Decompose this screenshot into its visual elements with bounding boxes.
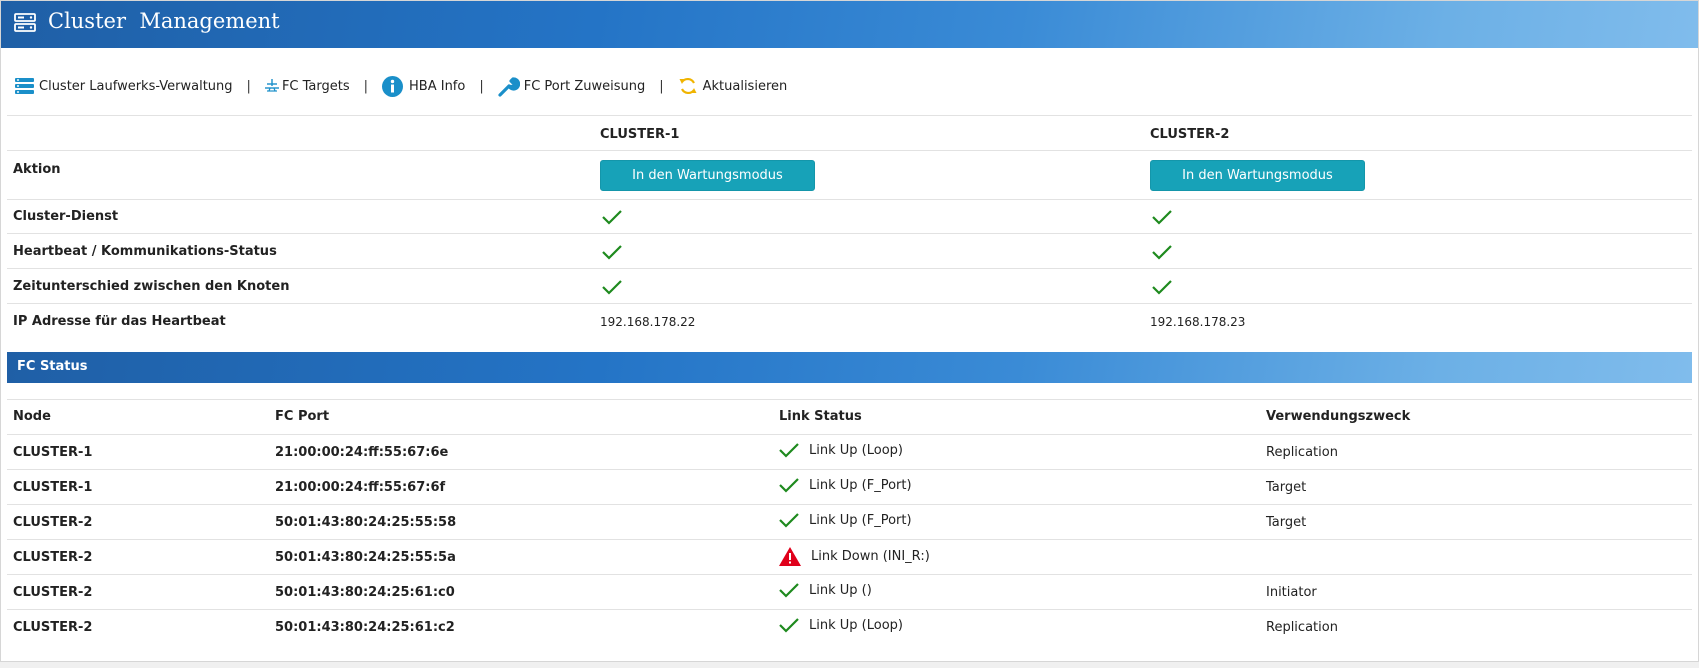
check-icon [1152,210,1172,225]
fc-row-link-status: Link Up (Loop) [779,617,903,633]
fc-row-node: CLUSTER-1 [13,480,93,495]
toolbar-label: Cluster Laufwerks-Verwaltung [39,78,233,94]
page-title: Cluster Management [48,9,280,33]
toolbar-hba-info[interactable]: HBA Info [382,75,466,97]
divider [7,115,1692,116]
divider [7,609,1692,610]
maintenance-mode-button-cluster-2[interactable]: In den Wartungsmodus wechseln [1150,160,1365,212]
heartbeat-ip-cluster-2: 192.168.178.23 [1150,315,1246,329]
refresh-icon [679,77,697,95]
page: Cluster Management Cluster Laufwerks-Ver… [0,0,1699,668]
link-status-text: Link Up (F_Port) [809,477,912,493]
fc-row-usage: Target [1266,480,1307,495]
divider [7,504,1692,505]
column-header-cluster-2: CLUSTER-2 [1150,127,1230,142]
fc-row-port: 21:00:00:24:ff:55:67:6e [275,445,449,460]
fc-row-port: 21:00:00:24:ff:55:67:6f [275,480,446,495]
fc-row-node: CLUSTER-2 [13,585,93,600]
fc-row-usage: Target [1266,515,1307,530]
divider [7,469,1692,470]
server-rack-icon [14,13,36,32]
fc-row-node: CLUSTER-1 [13,445,93,460]
maintenance-mode-button-cluster-1[interactable]: In den Wartungsmodus wechseln [600,160,815,212]
divider [7,434,1692,435]
check-icon [779,618,799,633]
toolbar-separator: | [659,78,664,94]
check-icon [779,583,799,598]
row-label-heartbeat-status: Heartbeat / Kommunikations-Status [13,244,277,259]
row-label-action: Aktion [13,162,61,177]
divider [7,268,1692,269]
toolbar-label: FC Port Zuweisung [523,78,646,94]
toolbar-label: FC Targets [281,78,350,94]
column-header-link-status: Link Status [779,409,862,424]
divider [7,150,1692,151]
toolbar-cluster-drive-management[interactable]: Cluster Laufwerks-Verwaltung [15,78,233,94]
fc-row-usage: Replication [1266,445,1338,460]
fc-status-section-header: FC Status [7,352,1692,383]
toolbar-refresh[interactable]: Aktualisieren [678,76,788,96]
fc-row-port: 50:01:43:80:24:25:55:58 [275,515,457,530]
link-status-text: Link Down (INI_R:) [811,549,930,564]
divider [7,399,1692,400]
divider [7,303,1692,304]
link-status-text: Link Up (Loop) [809,442,903,458]
fc-row-link-status: Link Up () [779,582,872,598]
wrench-icon [498,77,520,97]
check-icon [779,513,799,528]
toolbar-separator: | [479,78,484,94]
column-header-cluster-1: CLUSTER-1 [600,127,680,142]
fc-row-node: CLUSTER-2 [13,550,93,565]
heartbeat-ip-cluster-1: 192.168.178.22 [600,315,696,329]
fc-row-link-status: Link Down (INI_R:) [779,547,930,566]
toolbar-label: HBA Info [409,78,466,94]
check-icon [1152,280,1172,295]
column-header-usage: Verwendungszweck [1266,409,1411,424]
link-status-text: Link Up () [809,582,872,598]
toolbar-separator: | [363,78,369,94]
check-icon [779,443,799,458]
check-icon [779,478,799,493]
check-icon [1152,245,1172,260]
fc-row-usage: Initiator [1266,585,1317,600]
row-label-cluster-service: Cluster-Dienst [13,209,119,224]
fc-row-link-status: Link Up (F_Port) [779,477,912,493]
column-header-fc-port: FC Port [275,409,330,424]
row-label-time-difference: Zeitunterschied zwischen den Knoten [13,279,290,294]
link-status-text: Link Up (Loop) [809,617,903,633]
title-bar: Cluster Management [1,1,1698,48]
fc-row-port: 50:01:43:80:24:25:55:5a [275,550,456,565]
check-icon [602,245,622,260]
fc-row-link-status: Link Up (F_Port) [779,512,912,528]
warning-icon [779,547,801,566]
toolbar: Cluster Laufwerks-Verwaltung | FC Target… [15,71,787,101]
column-header-node: Node [13,409,51,424]
info-icon [382,75,404,97]
link-status-text: Link Up (F_Port) [809,512,912,528]
section-title: FC Status [17,359,88,374]
divider [7,199,1692,200]
fc-row-node: CLUSTER-2 [13,515,93,530]
drive-list-icon [15,78,34,94]
divider [7,539,1692,540]
toolbar-label: Aktualisieren [702,78,788,94]
toolbar-separator: | [246,78,251,94]
fc-row-usage: Replication [1266,620,1338,635]
fc-row-port: 50:01:43:80:24:25:61:c0 [275,585,455,600]
fc-row-node: CLUSTER-2 [13,620,93,635]
toolbar-fc-port-assignment[interactable]: FC Port Zuweisung [498,75,645,97]
network-target-icon [264,79,279,92]
fc-row-port: 50:01:43:80:24:25:61:c2 [275,620,455,635]
fc-row-link-status: Link Up (Loop) [779,442,903,458]
toolbar-fc-targets[interactable]: FC Targets [264,78,350,94]
cluster-management-panel: Cluster Management Cluster Laufwerks-Ver… [0,0,1699,662]
check-icon [602,210,622,225]
row-label-heartbeat-ip: IP Adresse für das Heartbeat [13,314,226,329]
divider [7,233,1692,234]
check-icon [602,280,622,295]
divider [7,574,1692,575]
